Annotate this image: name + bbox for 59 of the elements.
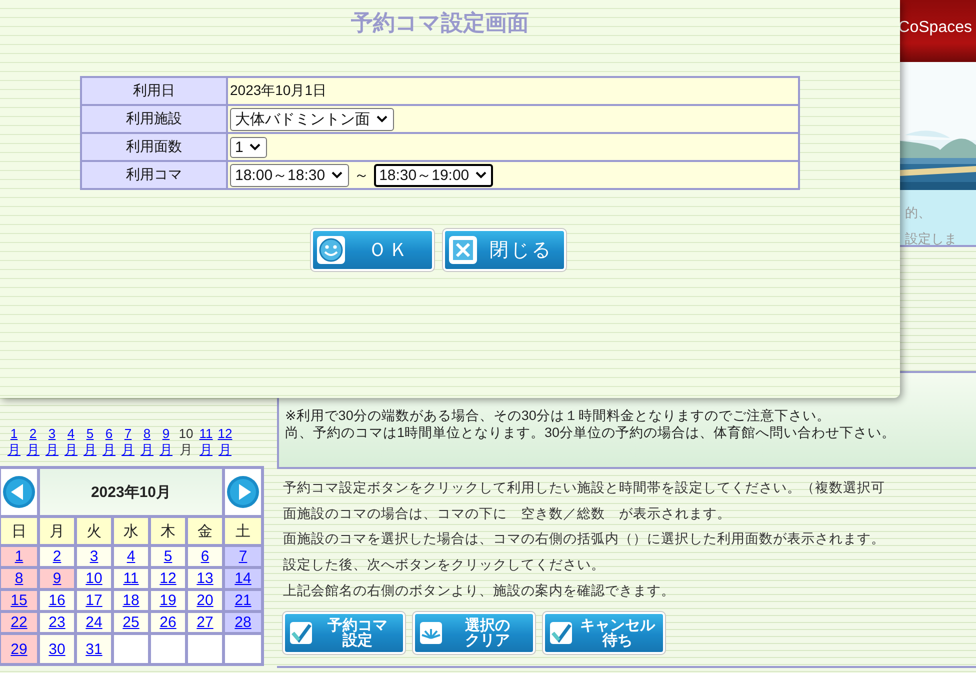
- notice-text: 的、: [905, 204, 932, 222]
- instruction-text: 予約コマ設定ボタンをクリックして利用したい施設と時間帯を設定してください。（複数選択可: [283, 479, 886, 497]
- month-link[interactable]: 3月: [44, 426, 60, 458]
- notice-text: ※利用で30分の端数がある場合、その30分は１時間料金となりますのでご注意下さい。: [285, 407, 832, 424]
- date-link[interactable]: 1: [14, 548, 24, 565]
- checkmark-icon: [549, 620, 573, 645]
- dialog-title: 予約コマ設定画面: [350, 9, 530, 37]
- date-link[interactable]: 5: [164, 548, 172, 565]
- field-label: 利用日: [81, 77, 227, 105]
- instruction-text: 面施設のコマの場合は、コマの下に 空き数／総数 が表示されます。: [283, 504, 732, 523]
- chevron-down-icon: [249, 143, 262, 151]
- range-separator: ～: [354, 166, 370, 184]
- date-link[interactable]: 8: [14, 570, 24, 587]
- dropdown[interactable]: 18:30～19:00: [374, 164, 494, 186]
- next-month-icon: [226, 475, 260, 509]
- checkmark-icon: [289, 620, 313, 645]
- dropdown[interactable]: 18:00～18:30: [230, 164, 350, 186]
- month-link[interactable]: 11月: [198, 426, 214, 458]
- instruction-text: 面施設のコマを選択した場合は、コマの右側の括弧内（）に選択した利用面数が表示されます。: [283, 530, 886, 548]
- date-link[interactable]: 6: [200, 548, 210, 565]
- notice-text: 尚、予約のコマは1時間単位となります。30分単位の予約の場合は、体育館へ問い合わせ下さい。: [285, 424, 897, 441]
- action-button[interactable]: 予約コマ設定: [283, 612, 405, 654]
- month-link[interactable]: 1月: [6, 426, 22, 458]
- date-link[interactable]: 2: [52, 548, 62, 565]
- date-link[interactable]: 4: [126, 548, 136, 565]
- month-link[interactable]: 4月: [63, 426, 79, 458]
- month-link[interactable]: 9月: [158, 426, 174, 458]
- close-button[interactable]: 閉じる: [443, 229, 566, 271]
- chevron-down-icon: [475, 171, 488, 179]
- field-label: 利用施設: [81, 105, 227, 133]
- calendar-title: 2023年10月: [38, 468, 224, 516]
- month-link[interactable]: 7月: [120, 426, 136, 458]
- month-link[interactable]: 6月: [101, 426, 117, 458]
- instruction-text: 設定した後、次へボタンをクリックしてください。: [283, 556, 606, 574]
- sunburst-icon: [419, 620, 443, 645]
- current-month: 10月: [178, 426, 194, 458]
- field-label: 利用面数: [81, 133, 227, 161]
- smiley-icon: [316, 235, 346, 265]
- dropdown[interactable]: 大体バドミントン面: [230, 108, 394, 130]
- month-link[interactable]: 12月: [217, 426, 233, 458]
- instruction-text: 上記会館名の右側のボタンより、施設の案内を確認できます。: [283, 582, 676, 600]
- date-link[interactable]: 7: [238, 548, 248, 565]
- notice-text: 設定しま: [905, 230, 958, 248]
- action-button[interactable]: 選択のクリア: [413, 612, 535, 654]
- chevron-down-icon: [376, 115, 388, 123]
- weekday-header: 日: [0, 516, 38, 546]
- close-icon: [448, 235, 478, 265]
- dropdown[interactable]: 1: [230, 136, 268, 158]
- chevron-down-icon: [331, 171, 344, 179]
- field-label: 利用コマ: [81, 161, 227, 189]
- ok-button[interactable]: ＯＫ: [311, 229, 434, 271]
- action-button[interactable]: キャンセル待ち: [543, 612, 665, 654]
- brand-name: CoSpaces: [898, 19, 973, 38]
- field-value: 2023年10月1日: [227, 77, 799, 105]
- month-link[interactable]: 8月: [139, 426, 155, 458]
- month-link[interactable]: 2月: [25, 426, 41, 458]
- date-link[interactable]: 9: [52, 570, 62, 587]
- month-link[interactable]: 5月: [82, 426, 98, 458]
- date-link[interactable]: 3: [90, 548, 98, 565]
